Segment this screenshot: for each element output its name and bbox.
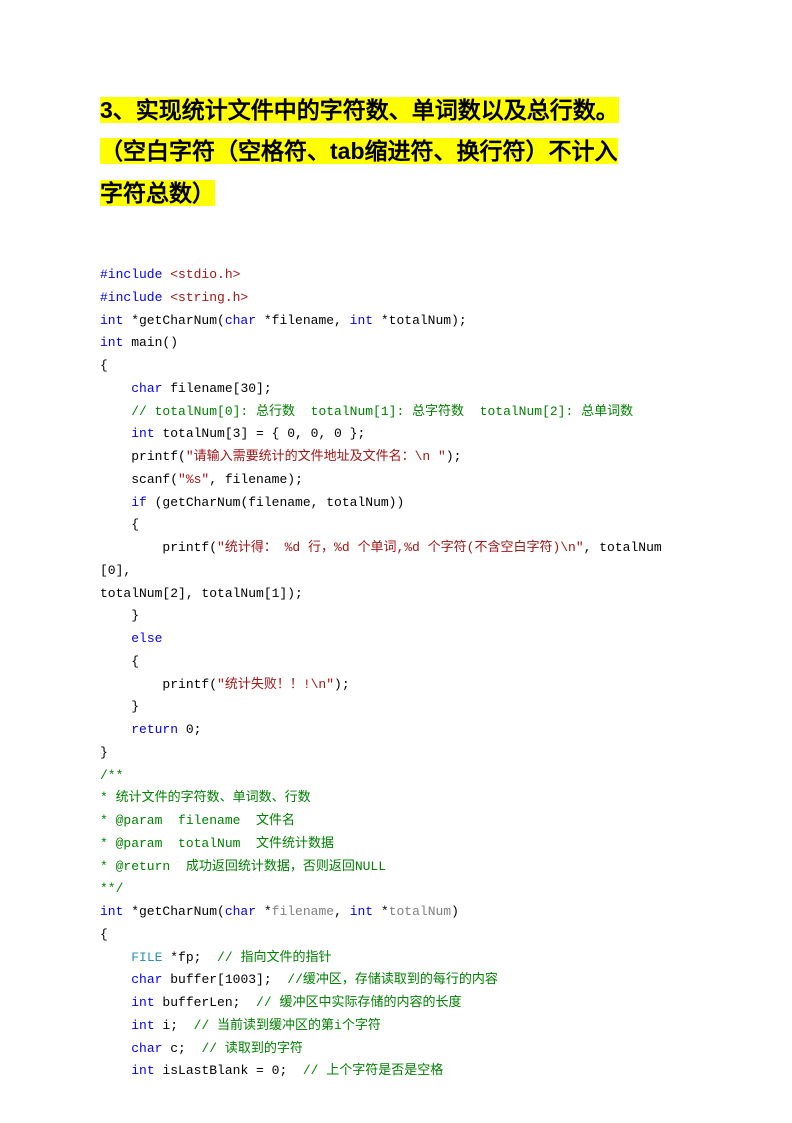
title-line-2: （空白字符（空格符、tab缩进符、换行符）不计入 — [100, 138, 618, 164]
doc-comment: /** — [100, 768, 123, 783]
param: *totalNum); — [373, 313, 467, 328]
type-char: char — [131, 972, 162, 987]
type-char: char — [131, 381, 162, 396]
comment: // 当前读到缓冲区的第i个字符 — [194, 1018, 381, 1033]
keyword-else: else — [131, 631, 162, 646]
string: "统计失败！！!\n" — [217, 677, 334, 692]
call: printf( — [100, 677, 217, 692]
doc-comment: **/ — [100, 881, 123, 896]
title-line-1: 3、实现统计文件中的字符数、单词数以及总行数。 — [100, 97, 619, 123]
include-directive: #include — [100, 267, 162, 282]
type-int: int — [131, 1018, 154, 1033]
brace: } — [100, 608, 139, 623]
brace: { — [100, 358, 108, 373]
type-int: int — [100, 313, 123, 328]
type-char: char — [225, 904, 256, 919]
type-int: int — [131, 1063, 154, 1078]
brace: { — [100, 517, 139, 532]
type-char: char — [225, 313, 256, 328]
type-int: int — [350, 313, 373, 328]
comment: //缓冲区，存储读取到的每行的内容 — [287, 972, 498, 987]
param: filename — [272, 904, 334, 919]
code-block: #include <stdio.h> #include <string.h> i… — [100, 264, 692, 1083]
title-line-3: 字符总数） — [100, 180, 215, 206]
comment: // 读取到的字符 — [201, 1041, 302, 1056]
doc-comment: * @return 成功返回统计数据，否则返回NULL — [100, 859, 386, 874]
type-int: int — [100, 335, 123, 350]
brace: { — [100, 654, 139, 669]
header-stdio: <stdio.h> — [162, 267, 240, 282]
type-int: int — [350, 904, 373, 919]
func-def: *getCharNum( — [123, 904, 224, 919]
document-title: 3、实现统计文件中的字符数、单词数以及总行数。 （空白字符（空格符、tab缩进符… — [100, 90, 692, 214]
string: "请输入需要统计的文件地址及文件名：\n " — [186, 449, 446, 464]
param: *filename, — [256, 313, 350, 328]
doc-comment: * @param totalNum 文件统计数据 — [100, 836, 334, 851]
param: totalNum — [389, 904, 451, 919]
brace: } — [100, 745, 108, 760]
type-file: FILE — [131, 950, 162, 965]
doc-comment: * 统计文件的字符数、单词数、行数 — [100, 790, 311, 805]
type-int: int — [131, 995, 154, 1010]
call: printf( — [100, 449, 186, 464]
header-string: <string.h> — [162, 290, 248, 305]
comment: // 上个字符是否是空格 — [303, 1063, 443, 1078]
func-decl: *getCharNum( — [123, 313, 224, 328]
type-int: int — [100, 904, 123, 919]
string: "统计得： %d 行，%d 个单词,%d 个字符(不含空白字符)\n" — [217, 540, 584, 555]
type-int: int — [131, 426, 154, 441]
comment: // totalNum[0]: 总行数 totalNum[1]: 总字符数 to… — [131, 404, 633, 419]
document-page: 3、实现统计文件中的字符数、单词数以及总行数。 （空白字符（空格符、tab缩进符… — [0, 0, 792, 1123]
func-main: main() — [123, 335, 178, 350]
brace: { — [100, 927, 108, 942]
var-decl: totalNum[3] = { 0, 0, 0 }; — [155, 426, 366, 441]
var-decl: filename[30]; — [162, 381, 271, 396]
string: "%s" — [178, 472, 209, 487]
comment: // 指向文件的指针 — [217, 950, 331, 965]
include-directive: #include — [100, 290, 162, 305]
comment: // 缓冲区中实际存储的内容的长度 — [256, 995, 461, 1010]
call: scanf( — [100, 472, 178, 487]
keyword-if: if — [131, 495, 147, 510]
keyword-return: return — [131, 722, 178, 737]
doc-comment: * @param filename 文件名 — [100, 813, 295, 828]
brace: } — [100, 699, 139, 714]
call: printf( — [100, 540, 217, 555]
type-char: char — [131, 1041, 162, 1056]
